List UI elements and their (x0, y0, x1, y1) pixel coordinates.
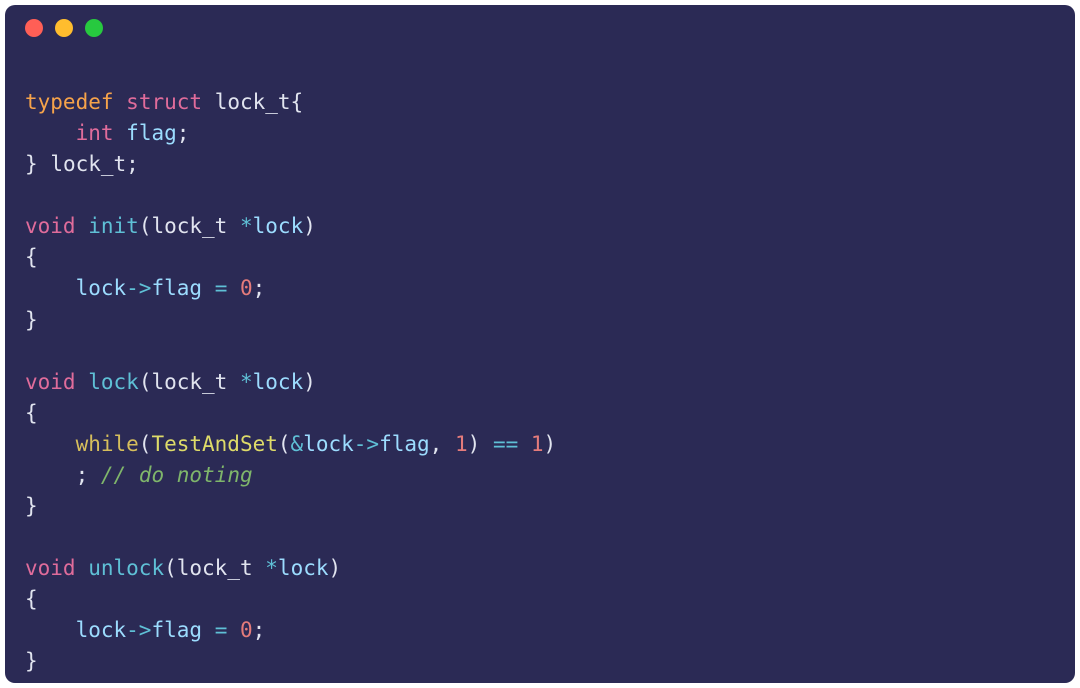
field-flag: flag (126, 121, 177, 145)
maximize-icon[interactable] (85, 19, 103, 37)
window-titlebar (5, 5, 1075, 51)
fn-unlock: unlock (88, 556, 164, 580)
param-lock: lock (253, 214, 304, 238)
kw-typedef: typedef (25, 90, 114, 114)
kw-while: while (76, 432, 139, 456)
fn-lock: lock (88, 370, 139, 394)
kw-struct: struct (126, 90, 202, 114)
fn-testandset: TestAndSet (151, 432, 277, 456)
kw-void: void (25, 214, 76, 238)
code-window: typedef struct lock_t{ int flag; } lock_… (5, 5, 1075, 683)
fn-init: init (88, 214, 139, 238)
code-block: typedef struct lock_t{ int flag; } lock_… (5, 51, 1075, 683)
minimize-icon[interactable] (55, 19, 73, 37)
num-1: 1 (455, 432, 468, 456)
comment: // do noting (101, 463, 253, 487)
close-icon[interactable] (25, 19, 43, 37)
num-0: 0 (240, 276, 253, 300)
type-lock_t: lock_t (215, 90, 291, 114)
kw-int: int (76, 121, 114, 145)
